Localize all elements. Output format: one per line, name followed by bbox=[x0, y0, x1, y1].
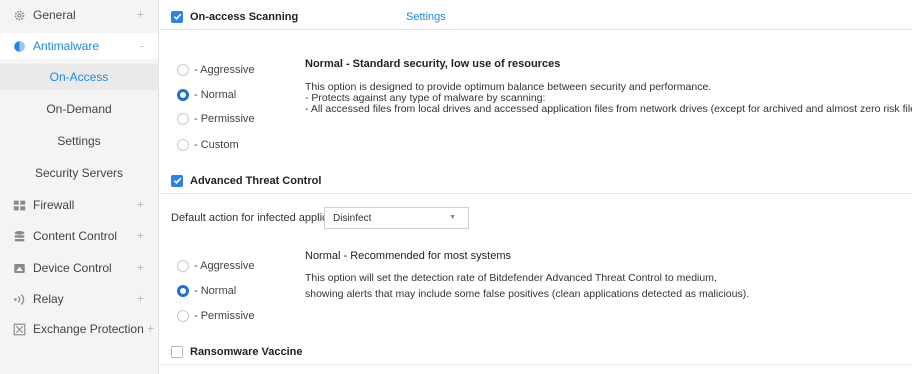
sidebar: General + Antimalware - On-Access On-Dem… bbox=[0, 0, 159, 374]
sidebar-item-general[interactable]: General + bbox=[0, 2, 158, 28]
sidebar-item-label: Exchange Protection bbox=[33, 322, 144, 336]
advanced-threat-control-checkbox[interactable] bbox=[171, 174, 183, 187]
expand-icon[interactable]: + bbox=[137, 229, 144, 243]
sidebar-item-label: Content Control bbox=[33, 229, 118, 243]
radio-circle-selected bbox=[177, 285, 189, 297]
chevron-down-icon: ▼ bbox=[449, 214, 456, 221]
settings-link[interactable]: Settings bbox=[406, 11, 446, 23]
expand-icon[interactable]: + bbox=[147, 322, 154, 336]
atc-radio-permissive[interactable]: - Permissive bbox=[177, 308, 255, 324]
sidebar-item-antimalware[interactable]: Antimalware - bbox=[0, 33, 158, 59]
radio-custom[interactable]: - Custom bbox=[177, 137, 239, 153]
radio-permissive[interactable]: - Permissive bbox=[177, 111, 255, 127]
on-access-scanning-checkbox[interactable] bbox=[171, 10, 183, 23]
sidebar-subitem-label: Settings bbox=[57, 134, 101, 148]
description-line: - All accessed files from local drives a… bbox=[305, 103, 912, 115]
sidebar-item-device-control[interactable]: Device Control + bbox=[0, 255, 158, 281]
section-title: Advanced Threat Control bbox=[190, 174, 322, 187]
sidebar-subitem-on-demand[interactable]: On-Demand bbox=[0, 96, 158, 122]
expand-icon[interactable]: + bbox=[137, 292, 144, 306]
atc-radio-normal[interactable]: - Normal bbox=[177, 283, 236, 299]
ransomware-vaccine-checkbox[interactable] bbox=[171, 345, 183, 358]
sidebar-item-label: Antimalware bbox=[33, 39, 100, 53]
sidebar-item-label: Firewall bbox=[33, 198, 75, 212]
sidebar-subitem-label: On-Demand bbox=[46, 102, 112, 116]
device-icon bbox=[12, 261, 26, 275]
radio-circle bbox=[177, 113, 189, 125]
select-value: Disinfect bbox=[333, 212, 372, 224]
sidebar-item-label: Device Control bbox=[33, 261, 112, 275]
sidebar-item-content-control[interactable]: Content Control + bbox=[0, 223, 158, 249]
radio-label: - Normal bbox=[194, 89, 237, 101]
radio-label: - Permissive bbox=[194, 310, 255, 322]
shield-icon bbox=[12, 39, 26, 53]
sidebar-item-relay[interactable]: Relay + bbox=[0, 286, 158, 312]
radio-circle bbox=[177, 260, 189, 272]
ransomware-vaccine-header: Ransomware Vaccine bbox=[159, 339, 912, 365]
radio-label: - Aggressive bbox=[194, 260, 255, 272]
radio-label: - Custom bbox=[194, 139, 239, 151]
radio-circle bbox=[177, 310, 189, 322]
atc-level-title: Normal - Recommended for most systems bbox=[305, 250, 511, 262]
radio-aggressive[interactable]: - Aggressive bbox=[177, 62, 255, 78]
main-panel: On-access Scanning Settings - Aggressive… bbox=[159, 0, 912, 374]
sidebar-subitem-settings[interactable]: Settings bbox=[0, 128, 158, 154]
relay-icon bbox=[12, 292, 26, 306]
radio-label: - Normal bbox=[194, 285, 237, 297]
radio-normal[interactable]: - Normal bbox=[177, 87, 236, 103]
radio-label: - Permissive bbox=[194, 113, 255, 125]
description-line: showing alerts that may include some fal… bbox=[305, 288, 750, 300]
radio-circle bbox=[177, 139, 189, 151]
sidebar-item-firewall[interactable]: Firewall + bbox=[0, 192, 158, 218]
expand-icon[interactable]: + bbox=[137, 198, 144, 212]
radio-label: - Aggressive bbox=[194, 64, 255, 76]
radio-circle bbox=[177, 64, 189, 76]
database-icon bbox=[12, 229, 26, 243]
description-line: This option will set the detection rate … bbox=[305, 272, 717, 284]
radio-circle-selected bbox=[177, 89, 189, 101]
on-access-scanning-header: On-access Scanning Settings bbox=[159, 4, 912, 30]
sidebar-subitem-on-access[interactable]: On-Access bbox=[0, 64, 158, 90]
section-title: Ransomware Vaccine bbox=[190, 345, 303, 358]
firewall-icon bbox=[12, 198, 26, 212]
sidebar-item-exchange-protection[interactable]: Exchange Protection + bbox=[0, 316, 158, 342]
sidebar-subitem-security-servers[interactable]: Security Servers bbox=[0, 160, 158, 186]
section-title: On-access Scanning bbox=[190, 10, 299, 23]
default-action-select[interactable]: Disinfect ▼ bbox=[324, 207, 469, 229]
sidebar-subitem-label: Security Servers bbox=[34, 166, 124, 180]
expand-icon[interactable]: + bbox=[137, 261, 144, 275]
expand-icon[interactable]: + bbox=[137, 8, 144, 22]
exchange-icon bbox=[12, 322, 26, 336]
sidebar-subitem-label: On-Access bbox=[49, 70, 109, 84]
protection-level-title: Normal - Standard security, low use of r… bbox=[305, 58, 561, 70]
collapse-icon[interactable]: - bbox=[140, 39, 144, 53]
sidebar-item-label: General bbox=[33, 8, 76, 22]
gear-icon bbox=[12, 8, 26, 22]
advanced-threat-control-header: Advanced Threat Control bbox=[159, 168, 912, 194]
sidebar-item-label: Relay bbox=[33, 292, 64, 306]
atc-radio-aggressive[interactable]: - Aggressive bbox=[177, 258, 255, 274]
